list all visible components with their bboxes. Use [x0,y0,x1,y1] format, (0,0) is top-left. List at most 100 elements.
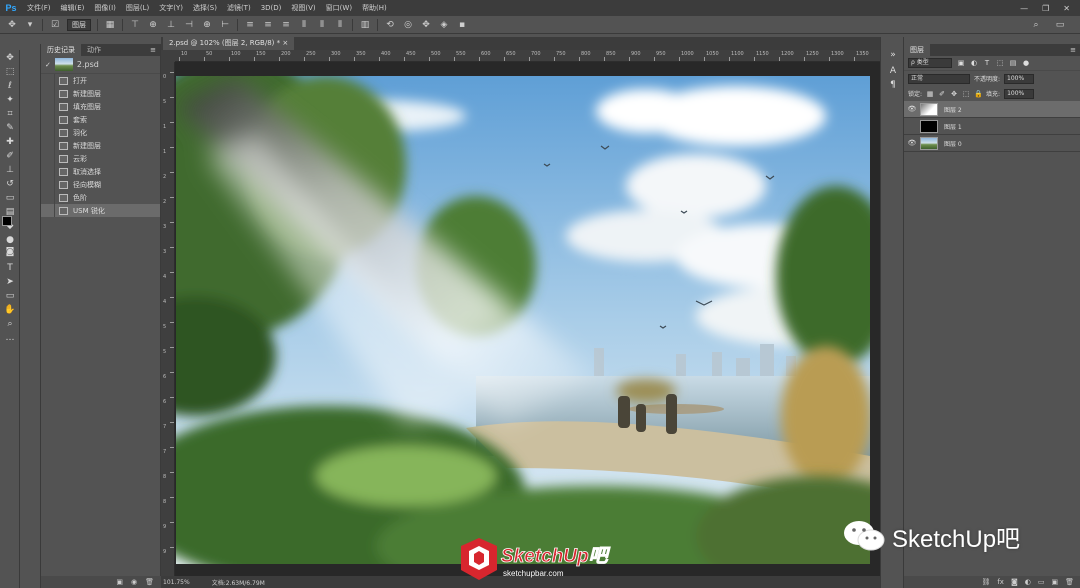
align-right-icon[interactable]: ⊢ [219,20,231,30]
dodge-tool-icon[interactable]: ● [4,234,16,246]
close-button[interactable]: ✕ [1063,4,1070,13]
chevron-down-icon[interactable]: ▾ [24,20,36,30]
opacity-input[interactable]: 100% [1004,73,1035,84]
marquee-tool-icon[interactable]: ⬚ [4,66,16,78]
3d-scale-icon[interactable]: ▪ [456,20,468,30]
new-document-from-state-icon[interactable]: ▣ [116,576,123,588]
history-brush-source-slot[interactable] [41,152,55,165]
distribute-hcenter-icon[interactable]: ⫴ [316,20,328,30]
fill-input[interactable]: 100% [1004,88,1035,99]
history-brush-source-slot[interactable] [41,87,55,100]
history-item[interactable]: 填充图层 [41,100,160,113]
layer-row[interactable]: 👁 图层 2 [904,101,1080,118]
lock-transparency-icon[interactable]: ▦ [926,90,934,98]
lock-pixels-icon[interactable]: ✐ [938,90,946,98]
quick-mask-icon[interactable]: ◙ [4,246,16,258]
filter-shape-icon[interactable]: ⬚ [996,59,1004,67]
history-brush-source-slot[interactable] [41,191,55,204]
3d-pan-icon[interactable]: ✥ [420,20,432,30]
3d-slide-icon[interactable]: ◈ [438,20,450,30]
history-item[interactable]: 套索 [41,113,160,126]
history-brush-source-slot[interactable] [41,74,55,87]
align-bottom-icon[interactable]: ⊥ [165,20,177,30]
distribute-left-icon[interactable]: ⫴ [298,20,310,30]
lock-all-icon[interactable]: 🔒 [974,90,983,98]
visibility-eye-icon[interactable]: 👁 [904,105,920,113]
history-brush-source-slot[interactable] [41,139,55,152]
history-brush-source-slot[interactable] [41,113,55,126]
layer-kind-filter[interactable]: ρ 类型 [908,58,952,68]
align-vcenter-icon[interactable]: ⊕ [147,20,159,30]
move-tool-icon[interactable]: ✥ [6,20,18,30]
history-item[interactable]: 羽化 [41,126,160,139]
history-item[interactable]: 新建图层 [41,139,160,152]
auto-select-dropdown[interactable]: 图层 [67,18,91,31]
tab-actions[interactable]: 动作 [81,44,107,56]
menu-filter[interactable]: 滤镜(T) [222,3,256,13]
history-item[interactable]: 云彩 [41,152,160,165]
camera-icon[interactable]: ◉ [131,576,137,588]
history-brush-source-slot[interactable] [41,178,55,191]
menu-edit[interactable]: 编辑(E) [56,3,90,13]
crop-tool-icon[interactable]: ⌗ [4,108,16,120]
trash-icon[interactable]: 🗑 [1065,576,1074,588]
filter-adjustment-icon[interactable]: ◐ [970,59,978,67]
history-item[interactable]: 打开 [41,74,160,87]
layer-name[interactable]: 图层 1 [944,122,962,131]
auto-select-checkbox[interactable]: ☑ [49,20,61,30]
transform-controls-icon[interactable]: ▦ [104,20,116,30]
filter-pixel-icon[interactable]: ▣ [957,59,965,67]
search-icon[interactable]: ⌕ [1030,20,1042,30]
zoom-level[interactable]: 101.75% [163,579,190,586]
history-brush-source-icon[interactable]: ✓ [45,61,51,69]
menu-3d[interactable]: 3D(D) [256,4,287,12]
eraser-tool-icon[interactable]: ▭ [4,192,16,204]
history-item[interactable]: 径向模糊 [41,178,160,191]
path-selection-tool-icon[interactable]: ➤ [4,276,16,288]
paragraph-panel-icon[interactable]: ¶ [887,79,899,91]
maximize-button[interactable]: ❐ [1042,4,1049,13]
filter-type-icon[interactable]: T [983,59,991,67]
zoom-tool-icon[interactable]: ⌕ [4,318,16,330]
distribute-bottom-icon[interactable]: ≡ [280,20,292,30]
minimize-button[interactable]: — [1020,4,1028,13]
menu-layer[interactable]: 图层(L) [121,3,154,13]
new-group-icon[interactable]: ▭ [1038,576,1045,588]
visibility-eye-icon[interactable]: 👁 [904,139,920,147]
menu-view[interactable]: 视图(V) [286,3,320,13]
tab-layers[interactable]: 图层 [904,44,930,56]
panel-menu-icon[interactable]: ≡ [1070,44,1080,56]
hand-tool-icon[interactable]: ✋ [4,304,16,316]
history-item[interactable]: 取消选择 [41,165,160,178]
move-tool-icon[interactable]: ✥ [4,52,16,64]
history-brush-source-slot[interactable] [41,126,55,139]
add-mask-icon[interactable]: ◙ [1011,576,1018,588]
trash-icon[interactable]: 🗑 [145,576,154,588]
document-info[interactable]: 文档:2.63M/6.79M [212,578,265,587]
menu-file[interactable]: 文件(F) [22,3,56,13]
link-layers-icon[interactable]: ⛓ [981,576,990,588]
magic-wand-tool-icon[interactable]: ✦ [4,94,16,106]
history-item[interactable]: USM 锐化 [41,204,160,217]
eyedropper-tool-icon[interactable]: ✎ [4,122,16,134]
align-hcenter-icon[interactable]: ⊕ [201,20,213,30]
canvas-image[interactable] [176,76,870,564]
menu-window[interactable]: 窗口(W) [321,3,357,13]
brush-tool-icon[interactable]: ✐ [4,150,16,162]
history-item[interactable]: 色阶 [41,191,160,204]
history-brush-source-slot[interactable] [41,204,55,217]
workspace-icon[interactable]: ▭ [1054,20,1066,30]
distribute-right-icon[interactable]: ⫴ [334,20,346,30]
3d-rotate-icon[interactable]: ⟲ [384,20,396,30]
menu-image[interactable]: 图像(I) [89,3,121,13]
layer-row[interactable]: 图层 1 [904,118,1080,135]
adjustment-layer-icon[interactable]: ◐ [1025,576,1031,588]
history-brush-source-slot[interactable] [41,165,55,178]
history-snapshot[interactable]: ✓ 2.psd [41,56,160,74]
foreground-color-swatch[interactable] [2,216,12,226]
menu-help[interactable]: 帮助(H) [357,3,392,13]
lasso-tool-icon[interactable]: ℓ [4,80,16,92]
new-layer-icon[interactable]: ▣ [1051,576,1058,588]
close-icon[interactable]: × [282,39,288,47]
menu-select[interactable]: 选择(S) [188,3,222,13]
